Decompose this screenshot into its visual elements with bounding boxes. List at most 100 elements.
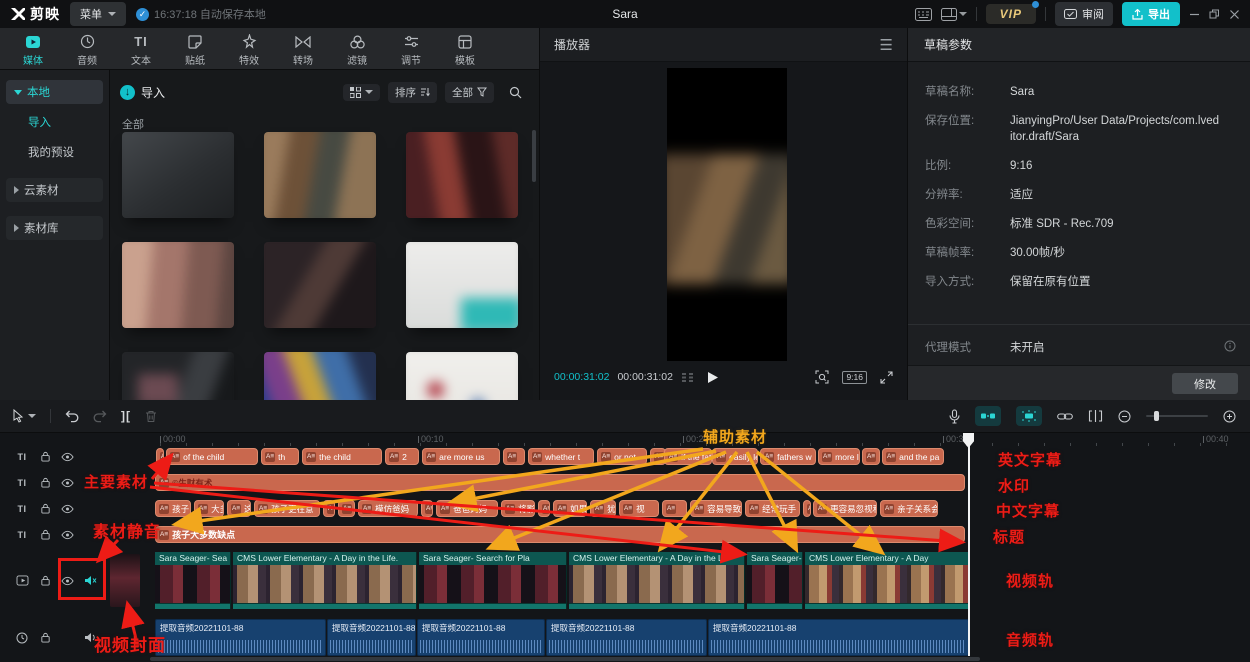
timeline[interactable]: 00:0000:1000:2000:3000:40 TI TI TI TI of the… xyxy=(0,433,1250,662)
sidebar-item-2[interactable]: 我的预设 xyxy=(6,140,103,164)
tab-transition[interactable]: 转场 xyxy=(276,32,330,67)
delete-button[interactable] xyxy=(145,410,157,423)
subtitle-clip[interactable]: 模仿爸妈 xyxy=(358,500,418,517)
subtitle-clip[interactable]: of the child xyxy=(166,448,258,465)
subtitle-clip[interactable]: if the fath xyxy=(664,448,712,465)
preview-quality-icon[interactable] xyxy=(815,370,829,384)
mute-speaker-icon[interactable] xyxy=(82,573,98,589)
audio-clip[interactable]: 提取音频20221101-88 xyxy=(417,619,545,656)
video-clip[interactable]: Sara Seager- xyxy=(747,552,803,609)
video-clip[interactable]: Sara Seager- Search for Pla xyxy=(419,552,567,609)
subtitle-clip[interactable]: 孩子 xyxy=(155,500,191,517)
timeline-zoom-slider[interactable] xyxy=(1146,415,1208,417)
subtitle-clip[interactable] xyxy=(803,500,811,517)
subtitle-clip[interactable]: 容易导致孩 xyxy=(690,500,742,517)
tab-template[interactable]: 模板 xyxy=(438,32,492,67)
media-thumbnail[interactable] xyxy=(122,132,234,218)
lock-icon[interactable] xyxy=(37,501,53,517)
subtitle-clip[interactable]: 孩子大多数缺点 xyxy=(155,526,965,543)
sidebar-item-1[interactable]: 导入 xyxy=(6,110,103,134)
eye-icon[interactable] xyxy=(59,475,75,491)
audio-clip[interactable]: 提取音频20221101-88 xyxy=(708,619,969,656)
text-track-icon[interactable]: TI xyxy=(14,449,30,465)
subtitle-clip[interactable]: are more us xyxy=(422,448,500,465)
timeline-zoom-out-icon[interactable] xyxy=(1118,410,1131,423)
sidebar-item-0[interactable]: 本地 xyxy=(6,80,103,104)
video-clip[interactable]: CMS Lower Elementary - A Day in the Life… xyxy=(233,552,417,609)
subtitle-clip[interactable]: 经常玩手 xyxy=(745,500,800,517)
mute-speaker-icon[interactable] xyxy=(82,630,98,646)
maximize-button[interactable] xyxy=(1209,9,1220,20)
media-thumbnail[interactable] xyxy=(406,242,518,328)
subtitle-clip[interactable] xyxy=(662,500,687,517)
close-button[interactable] xyxy=(1229,9,1240,20)
subtitle-clip[interactable] xyxy=(538,500,550,517)
video-clip[interactable]: CMS Lower Elementary - A Day xyxy=(805,552,969,609)
video-cover-thumbnail[interactable] xyxy=(110,554,140,607)
auto-snap-toggle[interactable] xyxy=(1016,406,1042,426)
subtitle-clip[interactable]: 说 xyxy=(338,500,355,517)
eye-icon[interactable] xyxy=(59,501,75,517)
timeline-zoom-in-icon[interactable] xyxy=(1223,410,1236,423)
search-button[interactable] xyxy=(502,83,529,102)
media-thumbnail[interactable] xyxy=(122,352,234,400)
subtitle-clip[interactable]: 2 xyxy=(385,448,419,465)
text-track-icon[interactable]: TI xyxy=(14,475,30,491)
video-clip[interactable]: CMS Lower Elementary - A Day in the Lif xyxy=(569,552,745,609)
subtitle-clip[interactable] xyxy=(156,448,164,465)
tab-media[interactable]: 媒体 xyxy=(6,32,60,67)
subtitle-clip[interactable] xyxy=(323,500,335,517)
split-tool-button[interactable]: ][ xyxy=(121,409,131,423)
subtitle-clip[interactable]: 犹 xyxy=(590,500,616,517)
track-type-icon[interactable] xyxy=(14,573,30,589)
media-thumbnail[interactable] xyxy=(406,352,518,400)
lock-icon[interactable] xyxy=(37,630,53,646)
eye-icon[interactable] xyxy=(59,449,75,465)
subtitle-clip[interactable]: 爸爸妈妈 xyxy=(436,500,498,517)
lock-icon[interactable] xyxy=(37,475,53,491)
subtitle-clip[interactable]: w xyxy=(862,448,880,465)
media-thumbnail[interactable] xyxy=(122,242,234,328)
undo-button[interactable] xyxy=(65,410,79,423)
minimize-button[interactable] xyxy=(1189,9,1200,20)
tab-effect[interactable]: 特效 xyxy=(222,32,276,67)
subtitle-clip[interactable]: 更容易忽视和 xyxy=(813,500,877,517)
subtitle-clip[interactable] xyxy=(503,448,525,465)
filter-button[interactable]: 全部 xyxy=(445,82,494,103)
layout-switch-icon[interactable] xyxy=(941,8,967,21)
subtitle-clip[interactable]: or not xyxy=(597,448,647,465)
tab-sticker[interactable]: 贴纸 xyxy=(168,32,222,67)
playhead[interactable] xyxy=(968,433,970,656)
subtitle-clip[interactable]: 大多 xyxy=(194,500,224,517)
lock-icon[interactable] xyxy=(37,527,53,543)
subtitle-clip[interactable]: whether t xyxy=(528,448,594,465)
subtitle-clip[interactable] xyxy=(421,500,433,517)
subtitle-clip[interactable]: 视 xyxy=(619,500,659,517)
timeline-ruler[interactable]: 00:0000:1000:2000:3000:40 xyxy=(155,433,1250,446)
review-button[interactable]: 审阅 xyxy=(1055,2,1113,26)
timeline-scrollbar[interactable] xyxy=(150,657,980,661)
redo-button[interactable] xyxy=(93,410,107,423)
sidebar-item-3[interactable]: 云素材 xyxy=(6,178,103,202)
player-menu-icon[interactable]: ☰ xyxy=(880,36,893,54)
subtitle-clip[interactable]: 如果 xyxy=(553,500,587,517)
subtitle-clip[interactable]: the child xyxy=(302,448,382,465)
import-button[interactable]: ↓ 导入 xyxy=(120,84,165,101)
text-track-icon[interactable]: TI xyxy=(14,501,30,517)
main-track-magnet-toggle[interactable] xyxy=(975,406,1001,426)
zoom-slider-knob[interactable] xyxy=(1154,411,1159,421)
eye-icon[interactable] xyxy=(59,527,75,543)
text-track-icon[interactable]: TI xyxy=(14,527,30,543)
tab-adjust[interactable]: 调节 xyxy=(384,32,438,67)
aspect-ratio-button[interactable]: 9:16 xyxy=(842,371,867,384)
tab-filter[interactable]: 滤镜 xyxy=(330,32,384,67)
media-thumbnail[interactable] xyxy=(264,352,376,400)
vip-badge[interactable]: VIP xyxy=(986,4,1036,24)
subtitle-clip[interactable]: 将影 xyxy=(501,500,535,517)
media-thumbnail[interactable] xyxy=(264,242,376,328)
subtitle-clip[interactable]: more l xyxy=(818,448,860,465)
audio-clip[interactable]: 提取音频20221101-88 xyxy=(155,619,326,656)
media-thumbnail[interactable] xyxy=(264,132,376,218)
lock-icon[interactable] xyxy=(37,449,53,465)
media-scrollbar[interactable] xyxy=(532,130,536,182)
